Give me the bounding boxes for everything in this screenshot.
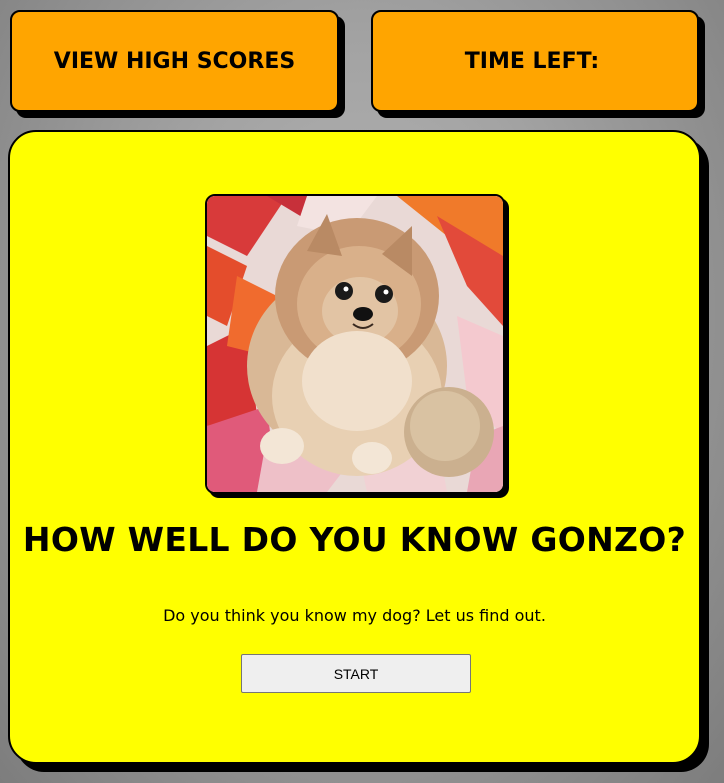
timer-label: TIME LEFT: [464, 48, 600, 74]
intro-text: Do you think you know my dog? Let us fin… [163, 606, 546, 625]
timer-box: TIME LEFT: [371, 10, 699, 112]
dog-illustration [207, 196, 503, 492]
dog-photo [205, 194, 505, 494]
start-button[interactable]: START [241, 654, 471, 693]
view-high-scores-button[interactable]: VIEW HIGH SCORES [10, 10, 339, 112]
view-high-scores-label: VIEW HIGH SCORES [53, 48, 296, 74]
quiz-card: HOW WELL DO YOU KNOW GONZO? Do you think… [8, 130, 701, 764]
page-title: HOW WELL DO YOU KNOW GONZO? [22, 520, 687, 559]
